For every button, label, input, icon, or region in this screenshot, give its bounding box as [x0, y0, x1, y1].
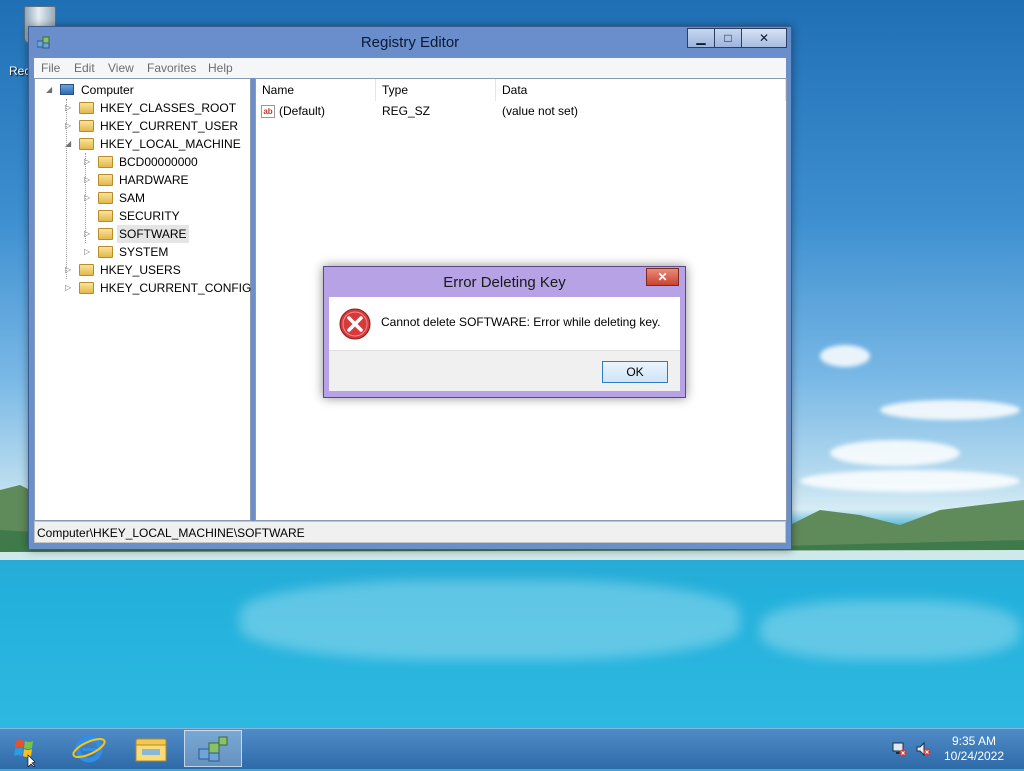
cloud: [880, 400, 1020, 420]
tree-item-hkey-local-machine[interactable]: ◢ HKEY_LOCAL_MACHINE: [65, 135, 249, 153]
tree-item-security[interactable]: SECURITY: [98, 207, 248, 225]
tree-item-software[interactable]: ▷ SOFTWARE: [84, 225, 248, 243]
string-value-icon: ab: [261, 105, 275, 118]
window-title: Registry Editor: [360, 34, 460, 51]
collapse-arrow-icon[interactable]: ◢: [65, 135, 75, 153]
value-type: REG_SZ: [382, 104, 431, 118]
expand-arrow-icon[interactable]: ▷: [84, 153, 94, 171]
ok-button[interactable]: OK: [602, 361, 668, 383]
expand-arrow-icon[interactable]: ▷: [65, 117, 75, 135]
error-dialog: Error Deleting Key ✕ Cannot delete SOFTW…: [323, 266, 686, 398]
close-button[interactable]: ✕: [741, 28, 787, 48]
menu-edit[interactable]: Edit: [74, 61, 95, 75]
cloud: [820, 345, 870, 367]
tree-item-label: HKEY_CURRENT_CONFIG: [100, 281, 252, 295]
column-header-data[interactable]: Data: [496, 79, 786, 101]
menu-file[interactable]: File: [41, 61, 60, 75]
tree-item-hkey-users[interactable]: ▷ HKEY_USERS: [65, 261, 249, 279]
start-button[interactable]: [2, 731, 48, 768]
menu-view[interactable]: View: [108, 61, 134, 75]
tree-item-label: HARDWARE: [119, 173, 189, 187]
cloud: [830, 440, 960, 466]
tree-item-label: Computer: [81, 83, 134, 97]
tree-item-hkey-current-user[interactable]: ▷ HKEY_CURRENT_USER: [65, 117, 249, 135]
computer-icon: [60, 84, 74, 95]
water-reflection: [760, 600, 1020, 660]
dialog-body: Cannot delete SOFTWARE: Error while dele…: [329, 297, 680, 350]
tree-item-hardware[interactable]: ▷ HARDWARE: [84, 171, 248, 189]
clock-date: 10/24/2022: [943, 749, 1005, 763]
dialog-footer: OK: [329, 350, 680, 391]
folder-icon: [98, 174, 113, 186]
folder-icon: [79, 102, 94, 114]
minimize-button[interactable]: ▁: [687, 28, 715, 48]
tree-item-label: HKEY_CURRENT_USER: [100, 119, 239, 133]
clock-time: 9:35 AM: [951, 734, 997, 748]
status-path: Computer\HKEY_LOCAL_MACHINE\SOFTWARE: [37, 526, 305, 540]
tree-item-label: HKEY_LOCAL_MACHINE: [100, 137, 241, 151]
dialog-title: Error Deleting Key: [443, 274, 566, 291]
tree-item-computer[interactable]: ◢ Computer: [46, 81, 240, 99]
maximize-button[interactable]: □: [714, 28, 742, 48]
expand-arrow-icon[interactable]: ▷: [84, 243, 94, 261]
tree-item-hkey-classes-root[interactable]: ▷ HKEY_CLASSES_ROOT: [65, 99, 249, 117]
tree-item-label: SYSTEM: [119, 245, 169, 259]
tree-item-label-selected: SOFTWARE: [117, 225, 189, 243]
expand-arrow-icon[interactable]: ▷: [65, 261, 75, 279]
column-header-type[interactable]: Type: [376, 79, 496, 101]
column-header-name[interactable]: Name: [256, 79, 376, 101]
tree-item-hkey-current-config[interactable]: ▷ HKEY_CURRENT_CONFIG: [65, 279, 251, 297]
taskbar: 9:35 AM 10/24/2022: [0, 728, 1024, 769]
folder-icon: [79, 264, 94, 276]
folder-icon: [98, 228, 113, 240]
key-tree[interactable]: ◢ Computer ▷ HKEY_CLASSES_ROOT ▷ HKEY_CU…: [34, 78, 251, 521]
expand-arrow-icon[interactable]: ▷: [65, 279, 75, 297]
taskbar-file-explorer[interactable]: [122, 730, 180, 767]
folder-icon: [98, 156, 113, 168]
dialog-close-button[interactable]: ✕: [646, 268, 679, 286]
title-bar[interactable]: Registry Editor ▁ □ ✕: [29, 27, 791, 57]
tree-item-system[interactable]: ▷ SYSTEM: [84, 243, 248, 261]
error-icon: [339, 308, 371, 340]
regedit-icon: [198, 736, 228, 762]
menu-favorites[interactable]: Favorites: [147, 61, 196, 75]
status-bar: Computer\HKEY_LOCAL_MACHINE\SOFTWARE: [34, 521, 786, 543]
error-message: Cannot delete SOFTWARE: Error while dele…: [381, 315, 661, 329]
value-name[interactable]: (Default): [279, 101, 325, 121]
expand-arrow-icon[interactable]: ▷: [84, 189, 94, 207]
folder-icon: [135, 738, 167, 762]
folder-icon: [98, 210, 113, 222]
taskbar-registry-editor[interactable]: [184, 730, 242, 767]
tree-item-label: SAM: [119, 191, 146, 205]
windows-logo-icon: [14, 740, 36, 768]
tree-item-label: HKEY_CLASSES_ROOT: [100, 101, 237, 115]
internet-explorer-icon: [72, 735, 106, 763]
value-data: (value not set): [502, 104, 579, 118]
folder-icon: [98, 246, 113, 258]
menu-help[interactable]: Help: [208, 61, 233, 75]
expand-arrow-icon[interactable]: ▷: [84, 225, 94, 243]
folder-icon: [79, 282, 94, 294]
expand-arrow-icon[interactable]: ▷: [65, 99, 75, 117]
taskbar-internet-explorer[interactable]: [60, 730, 118, 767]
tree-item-bcd00000000[interactable]: ▷ BCD00000000: [84, 153, 248, 171]
system-clock[interactable]: 9:35 AM 10/24/2022: [936, 734, 1012, 764]
folder-icon: [98, 192, 113, 204]
folder-icon: [79, 120, 94, 132]
tree-item-label: SECURITY: [119, 209, 180, 223]
volume-muted-icon[interactable]: [915, 741, 931, 757]
collapse-arrow-icon[interactable]: ◢: [46, 81, 56, 99]
expand-arrow-icon[interactable]: ▷: [84, 171, 94, 189]
tree-item-sam[interactable]: ▷ SAM: [84, 189, 248, 207]
tree-item-label: BCD00000000: [119, 155, 198, 169]
folder-icon: [79, 138, 94, 150]
network-icon[interactable]: [891, 741, 907, 757]
water-reflection: [240, 580, 740, 660]
menu-bar: File Edit View Favorites Help: [34, 58, 786, 78]
tree-item-label: HKEY_USERS: [100, 263, 181, 277]
